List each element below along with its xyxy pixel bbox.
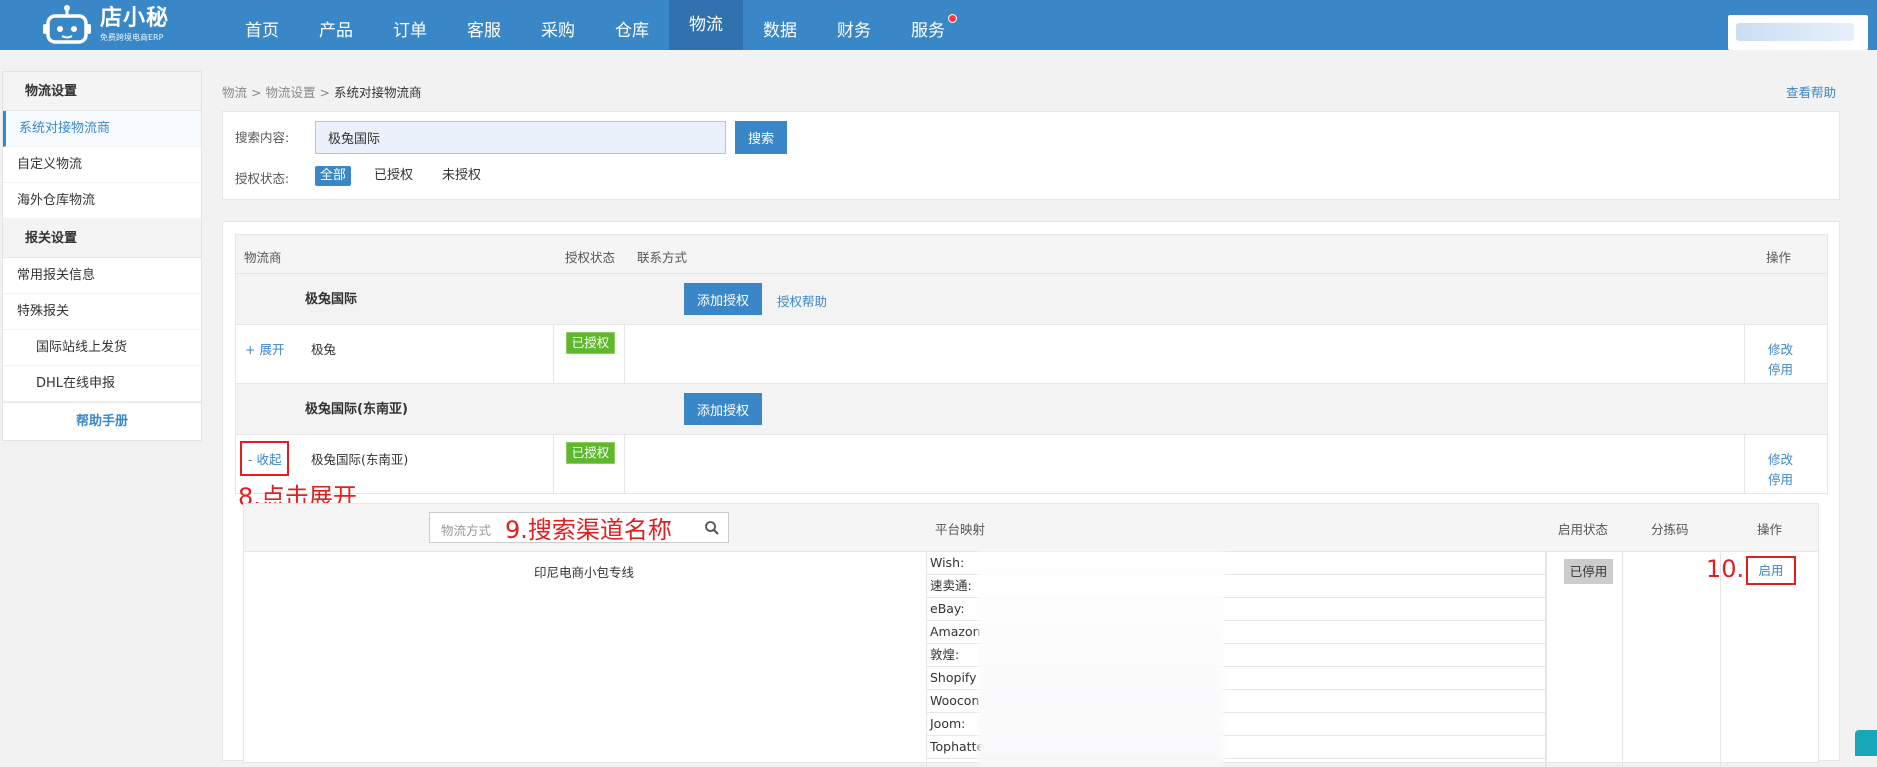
top-navbar: 店小秘 免费跨境电商ERP 首页 产品 订单 客服 采购 仓库 物流 数据 财务… [0, 0, 1877, 50]
carrier-group-name: 极兔国际 [305, 292, 358, 307]
account-name: 极兔 [311, 342, 337, 357]
support-widget-icon[interactable] [1855, 730, 1877, 756]
breadcrumb: 物流 > 物流设置 > 系统对接物流商 [222, 82, 421, 101]
breadcrumb-current: 系统对接物流商 [333, 85, 422, 100]
filter-authorized[interactable]: 已授权 [369, 166, 418, 186]
nav-customer-service[interactable]: 客服 [447, 0, 521, 50]
nav-home[interactable]: 首页 [225, 0, 299, 50]
user-account-box[interactable] [1728, 15, 1868, 50]
channel-name: 印尼电商小包专线 [534, 565, 635, 580]
filter-unauthorized[interactable]: 未授权 [437, 166, 486, 186]
authorized-badge: 已授权 [566, 332, 615, 354]
sidebar-item-special-customs[interactable]: 特殊报关 [3, 294, 201, 330]
header-auth-status: 授权状态 [565, 250, 616, 265]
user-name-blurred [1736, 23, 1854, 41]
disabled-status-badge: 已停用 [1564, 559, 1613, 584]
sidebar-help-manual[interactable]: 帮助手册 [3, 402, 201, 440]
nav-services[interactable]: 服务 [891, 0, 965, 50]
column-divider [624, 435, 625, 493]
sidebar-item-dhl-declaration[interactable]: DHL在线申报 [3, 366, 201, 402]
add-authorization-button[interactable]: 添加授权 [684, 393, 762, 425]
add-authorization-button[interactable]: 添加授权 [684, 283, 762, 315]
edit-link[interactable]: 修改 [1768, 449, 1793, 468]
app-logo[interactable]: 店小秘 免费跨境电商ERP [42, 4, 169, 46]
column-divider [1622, 552, 1623, 767]
auth-status-label: 授权状态: [235, 171, 290, 186]
robot-logo-icon [43, 5, 91, 44]
search-panel: 搜索内容: 搜索 授权状态: 全部 已授权 未授权 [222, 111, 1840, 200]
annotation-step-9: 9.搜索渠道名称 [505, 516, 672, 544]
authorized-badge: 已授权 [566, 442, 615, 464]
sidebar: 物流设置 系统对接物流商 自定义物流 海外仓库物流 报关设置 常用报关信息 特殊… [2, 71, 202, 441]
channel-subtable-header: 物流方式 9.搜索渠道名称 平台映射 启用状态 分拣码 操作 [244, 504, 1818, 552]
search-icon[interactable] [704, 520, 720, 536]
carrier-account-row: - 收起 极兔国际(东南亚) 已授权 修改 停用 [235, 434, 1828, 494]
sidebar-group-logistics: 物流设置 [3, 72, 201, 111]
expand-toggle[interactable]: + 展开 [245, 339, 284, 358]
search-button[interactable]: 搜索 [735, 121, 787, 154]
sidebar-item-intl-station[interactable]: 国际站线上发货 [3, 330, 201, 366]
notification-dot [948, 14, 957, 23]
column-divider [1546, 552, 1547, 767]
sidebar-group-customs: 报关设置 [3, 219, 201, 258]
account-name: 极兔国际(东南亚) [311, 452, 409, 467]
filter-all[interactable]: 全部 [315, 166, 352, 186]
logo-name: 店小秘 [100, 6, 170, 31]
search-label: 搜索内容: [235, 130, 290, 145]
nav-logistics[interactable]: 物流 [669, 0, 743, 50]
collapse-toggle[interactable]: - 收起 [240, 441, 290, 476]
header-platform-mapping: 平台映射 [935, 522, 986, 537]
nav-data[interactable]: 数据 [743, 0, 817, 50]
mapping-values-redacted [978, 552, 1224, 767]
sidebar-item-common-customs[interactable]: 常用报关信息 [3, 258, 201, 294]
carrier-group-row: 极兔国际(东南亚) 添加授权 [235, 384, 1828, 434]
header-carrier: 物流商 [244, 250, 282, 265]
nav-purchase[interactable]: 采购 [521, 0, 595, 50]
annotation-step-10: 10. [1706, 555, 1745, 583]
logo-subtitle: 免费跨境电商ERP [100, 33, 164, 42]
column-divider [553, 435, 554, 493]
edit-link[interactable]: 修改 [1768, 339, 1793, 358]
header-sort-code: 分拣码 [1651, 522, 1689, 537]
breadcrumb-logistics[interactable]: 物流 [222, 85, 247, 100]
nav-products[interactable]: 产品 [299, 0, 373, 50]
disable-link[interactable]: 停用 [1768, 469, 1793, 488]
column-divider [1744, 325, 1745, 383]
column-divider [624, 325, 625, 383]
column-divider [553, 325, 554, 383]
breadcrumb-separator: > [251, 85, 262, 100]
header-contact: 联系方式 [637, 250, 688, 265]
carrier-group-name: 极兔国际(东南亚) [305, 402, 408, 417]
sidebar-item-custom-logistics[interactable]: 自定义物流 [3, 147, 201, 183]
enable-button[interactable]: 启用 [1746, 556, 1796, 585]
breadcrumb-settings[interactable]: 物流设置 [265, 85, 315, 100]
nav-warehouse[interactable]: 仓库 [595, 0, 669, 50]
header-operations: 操作 [1766, 250, 1792, 265]
sidebar-item-overseas-warehouse[interactable]: 海外仓库物流 [3, 183, 201, 219]
main-nav: 首页 产品 订单 客服 采购 仓库 物流 数据 财务 服务 [225, 0, 965, 50]
table-header: 物流商 授权状态 联系方式 操作 [235, 234, 1828, 274]
view-help-link[interactable]: 查看帮助 [1786, 82, 1836, 101]
header-operations: 操作 [1757, 522, 1783, 537]
sidebar-item-system-carriers[interactable]: 系统对接物流商 [3, 111, 201, 147]
breadcrumb-separator: > [319, 85, 330, 100]
disable-link[interactable]: 停用 [1768, 359, 1793, 378]
platform-mapping-list: Wish: 速卖通: eBay: Amazon 敦煌: Shopify Wooc… [926, 552, 1547, 767]
carrier-group-row: 极兔国际 添加授权 授权帮助 [235, 274, 1828, 324]
nav-orders[interactable]: 订单 [373, 0, 447, 50]
column-divider [1720, 552, 1721, 767]
channel-subtable: 物流方式 9.搜索渠道名称 平台映射 启用状态 分拣码 操作 印尼电商小包专线 … [243, 503, 1819, 767]
authorization-help-link[interactable]: 授权帮助 [777, 291, 827, 310]
carrier-account-row: + 展开 极兔 已授权 修改 停用 [235, 324, 1828, 384]
column-divider [1744, 435, 1745, 493]
channel-search-placeholder: 物流方式 [441, 523, 492, 538]
nav-finance[interactable]: 财务 [817, 0, 891, 50]
search-input[interactable] [315, 121, 726, 154]
nav-services-label: 服务 [911, 21, 945, 41]
header-enable-status: 启用状态 [1558, 522, 1609, 537]
